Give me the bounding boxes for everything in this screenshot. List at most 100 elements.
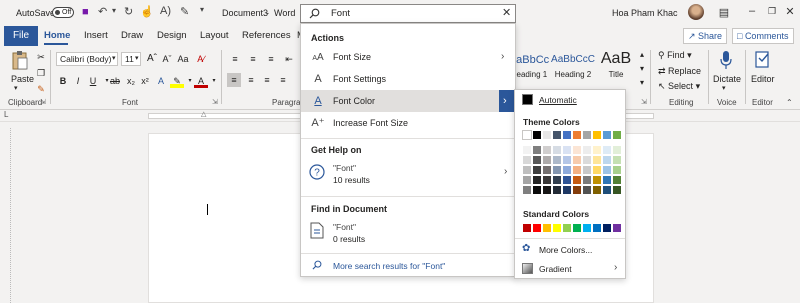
subscript-icon[interactable]: x₂	[124, 74, 138, 88]
align-right-icon[interactable]: ≡	[260, 73, 274, 87]
theme-color-swatch[interactable]	[533, 146, 541, 154]
superscript-icon[interactable]: x²	[138, 74, 152, 88]
grow-font-icon[interactable]: Aˆ	[145, 52, 159, 66]
paste-dropdown-icon[interactable]: ▾	[14, 84, 18, 92]
search-input[interactable]: Font	[331, 8, 350, 19]
theme-color-swatch[interactable]	[563, 186, 571, 194]
theme-color-swatch[interactable]	[543, 131, 551, 139]
theme-color-swatch[interactable]	[523, 146, 531, 154]
action-font-color[interactable]: A Font Color ›	[301, 90, 515, 112]
standard-color-swatch[interactable]	[573, 224, 581, 232]
gradient-option[interactable]: Gradient ›	[518, 261, 624, 277]
share-button[interactable]: ↗ Share	[683, 28, 727, 44]
theme-color-swatch[interactable]	[563, 176, 571, 184]
theme-color-swatch[interactable]	[553, 166, 561, 174]
font-name-dropdown-icon[interactable]: ▾	[112, 54, 116, 62]
standard-color-swatch[interactable]	[523, 224, 531, 232]
align-center-icon[interactable]: ≡	[244, 73, 258, 87]
customize-toolbar-icon[interactable]: ▾	[200, 5, 204, 14]
theme-color-swatch[interactable]	[583, 166, 591, 174]
action-font-size[interactable]: AA Font Size ›	[301, 46, 515, 68]
automatic-color-option[interactable]: Automatic	[518, 92, 622, 108]
minimize-icon[interactable]: –	[744, 5, 760, 17]
theme-color-swatch[interactable]	[603, 186, 611, 194]
theme-color-swatch[interactable]	[573, 166, 581, 174]
standard-color-swatch[interactable]	[593, 224, 601, 232]
help-result-item[interactable]: ? "Font" 10 results ›	[301, 160, 515, 188]
theme-color-swatch[interactable]	[563, 131, 571, 139]
theme-color-swatch[interactable]	[523, 166, 531, 174]
styles-scroll-down-icon[interactable]: ▾	[640, 64, 644, 73]
theme-color-swatch[interactable]	[553, 186, 561, 194]
standard-color-swatch[interactable]	[543, 224, 551, 232]
theme-color-swatch[interactable]	[613, 146, 621, 154]
standard-color-swatch[interactable]	[603, 224, 611, 232]
theme-color-swatch[interactable]	[593, 146, 601, 154]
theme-color-swatch[interactable]	[553, 156, 561, 164]
replace-button[interactable]: ⇄ Replace	[658, 66, 701, 77]
cut-icon[interactable]: ✂	[34, 50, 48, 64]
highlight-icon[interactable]: ✎	[170, 74, 184, 88]
tab-selector-icon[interactable]: L	[4, 110, 8, 119]
theme-color-swatch[interactable]	[593, 176, 601, 184]
theme-color-swatch[interactable]	[563, 156, 571, 164]
theme-color-swatch[interactable]	[563, 166, 571, 174]
clear-formatting-icon[interactable]: A∕	[194, 52, 208, 66]
strikethrough-icon[interactable]: ab	[108, 74, 122, 88]
theme-color-swatch[interactable]	[573, 146, 581, 154]
change-case-icon[interactable]: Aa	[176, 52, 190, 66]
close-icon[interactable]: ✕	[782, 5, 798, 18]
theme-color-swatch[interactable]	[593, 166, 601, 174]
standard-color-swatch[interactable]	[563, 224, 571, 232]
justify-icon[interactable]: ≡	[276, 73, 290, 87]
theme-color-swatch[interactable]	[533, 186, 541, 194]
theme-color-swatch[interactable]	[603, 146, 611, 154]
theme-color-swatch[interactable]	[523, 186, 531, 194]
theme-color-swatch[interactable]	[522, 130, 532, 140]
font-launcher-icon[interactable]: ⇲	[212, 98, 218, 106]
shrink-font-icon[interactable]: Aˇ	[160, 52, 174, 66]
tab-design[interactable]: Design	[157, 26, 187, 46]
theme-color-swatch[interactable]	[523, 176, 531, 184]
theme-color-swatch[interactable]	[583, 156, 591, 164]
undo-icon[interactable]: ↶	[98, 5, 107, 18]
theme-color-swatch[interactable]	[553, 146, 561, 154]
clear-search-icon[interactable]: ✕	[502, 6, 511, 19]
more-colors-option[interactable]: ✿ More Colors...	[518, 242, 622, 258]
standard-color-swatch[interactable]	[553, 224, 561, 232]
tab-draw[interactable]: Draw	[121, 26, 143, 46]
bullets-icon[interactable]: ≡	[228, 52, 242, 66]
standard-color-swatch[interactable]	[583, 224, 591, 232]
theme-color-swatch[interactable]	[553, 176, 561, 184]
theme-color-swatch[interactable]	[613, 166, 621, 174]
save-icon[interactable]: ■	[82, 6, 89, 18]
tab-insert[interactable]: Insert	[84, 26, 108, 46]
theme-color-swatch[interactable]	[543, 146, 551, 154]
theme-color-swatch[interactable]	[573, 186, 581, 194]
font-size-dropdown-icon[interactable]: ▾	[135, 54, 139, 62]
numbering-icon[interactable]: ≡	[246, 52, 260, 66]
font-name-select[interactable]: Calibri (Body)	[56, 52, 118, 66]
copy-icon[interactable]: ❐	[34, 66, 48, 80]
theme-color-swatch[interactable]	[593, 156, 601, 164]
theme-color-swatch[interactable]	[583, 131, 591, 139]
theme-color-swatch[interactable]	[613, 186, 621, 194]
theme-color-swatch[interactable]	[603, 166, 611, 174]
theme-color-swatch[interactable]	[533, 176, 541, 184]
indent-marker-icon[interactable]: △	[201, 110, 206, 118]
theme-color-swatch[interactable]	[523, 156, 531, 164]
multilevel-list-icon[interactable]: ≡	[264, 52, 278, 66]
format-painter-icon[interactable]: ✎	[180, 5, 189, 18]
collapse-ribbon-icon[interactable]: ⌃	[786, 98, 793, 107]
theme-color-swatch[interactable]	[583, 146, 591, 154]
ribbon-display-icon[interactable]: ▤	[716, 6, 732, 19]
theme-color-swatch[interactable]	[543, 166, 551, 174]
restore-icon[interactable]: ❐	[764, 6, 780, 17]
find-result-item[interactable]: "Font" 0 results	[301, 219, 515, 247]
theme-color-swatch[interactable]	[543, 186, 551, 194]
styles-more-icon[interactable]: ▾	[640, 78, 644, 87]
theme-color-swatch[interactable]	[553, 131, 561, 139]
font-color-ribbon-icon[interactable]: A	[194, 74, 208, 88]
submenu-arrow-button[interactable]: ›	[499, 90, 515, 112]
tab-references[interactable]: References	[242, 26, 291, 46]
